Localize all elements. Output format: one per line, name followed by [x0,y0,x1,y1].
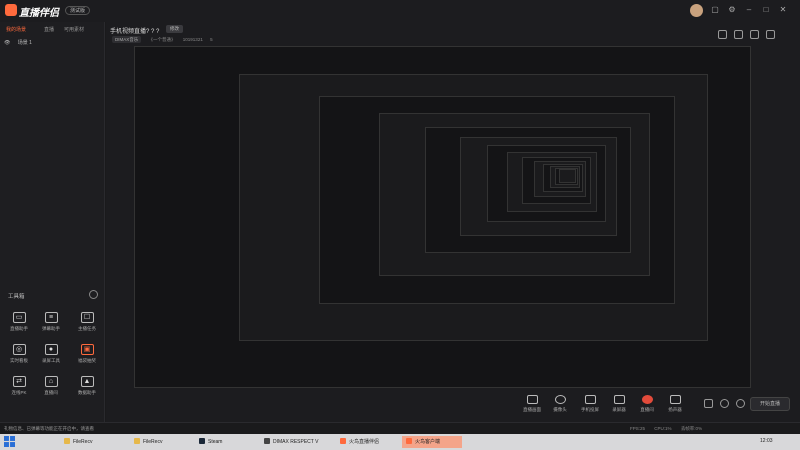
dropframe-readout: 丢帧率:0% [680,426,703,431]
windows-start-icon[interactable] [4,436,15,447]
screen-capture-icon [526,395,538,404]
preview-mirror-frame [558,169,577,183]
mic-icon[interactable] [720,399,729,408]
tool-live-assistant[interactable]: ▭ 直播助手 [4,312,34,338]
cpu-readout: CPU:1% [654,426,672,431]
chat-icon: ≡ [44,312,58,323]
phone-icon [584,395,596,404]
tool-data-assistant[interactable]: ▲ 数据助手 [72,376,102,402]
chart-icon: ▲ [80,376,94,387]
maximize-icon[interactable]: □ [761,5,771,15]
tool-realtime-board[interactable]: ◎ 实时看板 [4,344,34,370]
close-icon[interactable]: ✕ [778,5,788,15]
taskbar-app-label: 火鸟直播伴侣 [349,439,380,445]
app-icon [64,438,70,444]
left-panel: 我的场景 直播 可用素材 👁 场景 1 工具箱 ▭ 直播助手 ≡ 弹幕助手 ☐ 主播任… [0,22,105,422]
app-icon [340,438,346,444]
eye-icon[interactable]: 👁 [4,40,10,46]
taskbar-app-label: 火鸟客户端 [415,439,441,445]
gear-icon[interactable] [736,399,745,408]
meta-label: 《一个普通》 [148,37,176,42]
tool-pk[interactable]: ⇄ 连线PK [4,376,34,402]
title-bar: 直播伴侣 测试版 ▢ ⚙ – □ ✕ [0,0,800,22]
stream-title: 手机视频直播? ? ? [110,29,160,35]
lock-icon[interactable] [734,30,743,39]
app-icon [406,438,412,444]
monitor-icon: ▭ [12,312,26,323]
notification-icon[interactable]: ▢ [710,5,720,15]
minimize-icon[interactable]: – [744,5,754,15]
record-icon: ● [44,344,58,355]
room-icon: ⌂ [44,376,58,387]
tool-streamer-task[interactable]: ☐ 主播任务 [72,312,102,338]
btn-live-screen[interactable]: 直播画面 [519,395,545,413]
btn-phone-cast[interactable]: 手机投屏 [577,395,603,413]
toolbox-collapse-icon[interactable] [89,290,98,299]
start-live-button[interactable]: 开始直播 [750,397,790,411]
taskbar-app[interactable]: Steam [195,436,253,448]
speaker-icon [669,395,681,404]
tool-lucky-bag[interactable]: ▣ 福袋抽奖 [72,344,102,370]
status-metrics: FPS:25 CPU:1% 丢帧率:0% [630,426,710,432]
os-taskbar: FileRecv FileRecv Steam DIMAX RESPECT V 火鸟直播… [0,434,800,450]
btn-camera[interactable]: 摄像头 [547,395,573,413]
taskbar-app[interactable]: 火鸟客户端 [402,436,462,448]
app-window: 直播伴侣 测试版 ▢ ⚙ – □ ✕ 我的场景 直播 可用素材 👁 场景 1 工… [0,0,800,450]
app-logo [5,4,17,16]
pk-icon: ⇄ [12,376,26,387]
edit-title-button[interactable]: 修改 [166,25,183,33]
taskbar-app[interactable]: DIMAX RESPECT V [260,436,330,448]
tab-live[interactable]: 直播 [44,26,54,33]
status-message: 礼物信息、已弹幕等功能正在开启中，请查看 [4,426,94,431]
user-avatar[interactable] [690,4,703,17]
fps-readout: FPS:25 [630,426,646,431]
taskbar-app-label: FileRecv [73,439,93,445]
app-icon [264,438,270,444]
taskbar-clock[interactable]: 12:03 [760,438,773,444]
taskbar-app-label: Steam [208,439,223,445]
tool-screen-record[interactable]: ● 录屏工具 [36,344,66,370]
tab-materials[interactable]: 可用素材 [64,26,84,33]
camera-icon [554,395,566,404]
app-icon [199,438,205,444]
red-dot-icon [641,395,653,404]
camera-small-icon[interactable] [704,399,713,408]
app-name: 直播伴侣 [19,8,59,19]
task-icon: ☐ [80,312,94,323]
room-id: 10191321 [182,37,203,42]
main-area: 手机视频直播? ? ? 修改 DIMAX音乐 《一个普通》 10191321 5… [106,22,800,422]
tool-live-room[interactable]: ⌂ 直播间 [36,376,66,402]
tab-my-scenes[interactable]: 我的场景 [6,26,26,33]
btn-live-room[interactable]: 直播间 [634,395,660,413]
taskbar-app-label: FileRecv [143,439,163,445]
play-icon [613,395,625,404]
preview-canvas[interactable] [134,46,751,388]
status-bar: 礼物信息、已弹幕等功能正在开启中，请查看 FPS:25 CPU:1% 丢帧率:0… [0,422,800,434]
taskbar-app[interactable]: 火鸟直播伴侣 [336,436,396,448]
board-icon: ◎ [12,344,26,355]
toolbox-title: 工具箱 [8,294,25,300]
fans-count: 5 [210,37,213,42]
btn-recorder[interactable]: 录屏器 [606,395,632,413]
beta-badge[interactable]: 测试版 [65,6,91,15]
taskbar-app-label: DIMAX RESPECT V [273,439,319,445]
category-tag[interactable]: DIMAX音乐 [112,36,142,43]
screen-icon[interactable] [750,30,759,39]
settings-icon[interactable]: ⚙ [727,5,737,15]
gift-icon: ▣ [80,344,94,355]
layout-icon[interactable] [718,30,727,39]
tool-danmu-assistant[interactable]: ≡ 弹幕助手 [36,312,66,338]
btn-speaker[interactable]: 扬声器 [662,395,688,413]
app-icon [134,438,140,444]
taskbar-app[interactable]: FileRecv [130,436,190,448]
share-icon[interactable] [766,30,775,39]
scene-item[interactable]: 👁 场景 1 [4,39,32,46]
stream-meta: DIMAX音乐 《一个普通》 10191321 5 [112,36,219,43]
taskbar-app[interactable]: FileRecv [60,436,122,448]
scene-label: 场景 1 [17,40,32,46]
